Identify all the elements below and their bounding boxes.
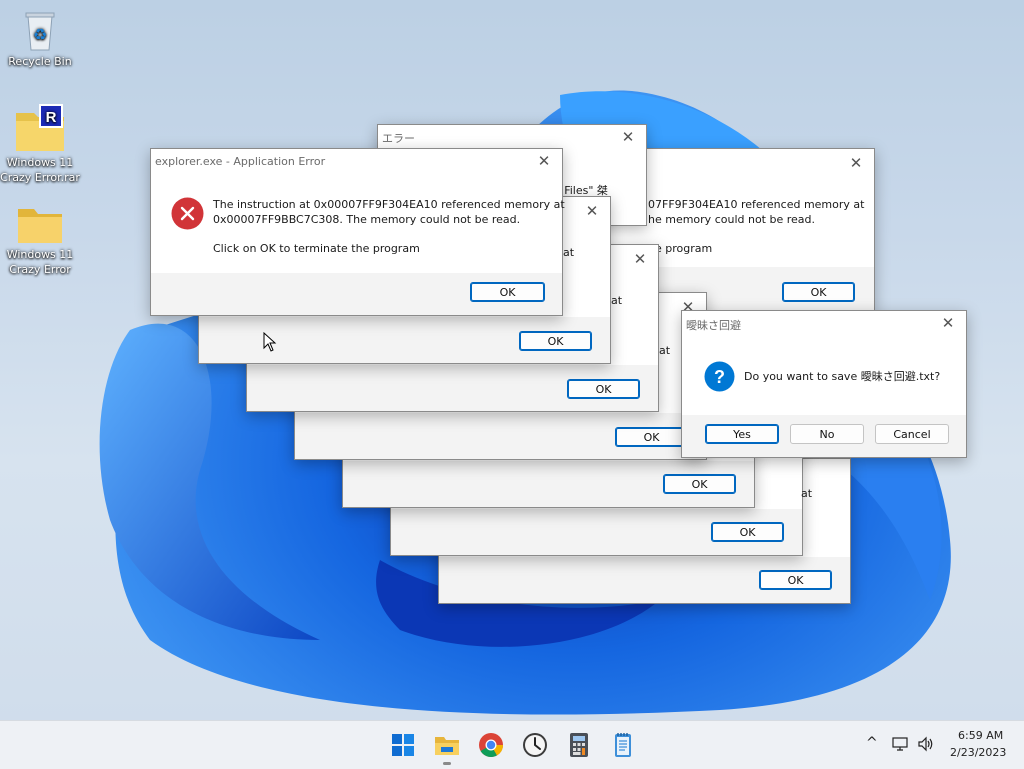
dialog-text-fragment: at <box>563 246 575 259</box>
explorer-application-error-dialog: explorer.exe - Application Error ✕ The i… <box>150 148 565 316</box>
dialog-message-line-2: 0x00007FF9BBC7C308. The memory could not… <box>213 213 521 226</box>
ok-button[interactable]: OK <box>615 427 688 447</box>
ok-button[interactable]: OK <box>782 282 855 302</box>
notepad-icon[interactable] <box>609 731 637 759</box>
cancel-button[interactable]: Cancel <box>875 424 949 444</box>
dialog-message-line-3: Click on OK to terminate the program <box>213 242 420 255</box>
close-icon[interactable]: ✕ <box>618 127 638 147</box>
active-app-indicator <box>443 762 451 765</box>
clock-time[interactable]: 6:59 AM <box>958 729 1003 742</box>
ok-button[interactable]: OK <box>567 379 640 399</box>
close-icon[interactable]: ✕ <box>630 249 650 269</box>
show-hidden-icons-chevron[interactable]: ^ <box>866 735 878 751</box>
desktop-icon-label: Windows 11 <box>6 248 74 261</box>
dialog-message: Do you want to save 曖昧さ回避.txt? <box>744 370 941 383</box>
folder-icon <box>18 209 62 243</box>
no-button[interactable]: No <box>790 424 864 444</box>
desktop-icon-crazy-error-rar[interactable]: R Windows 11 Crazy Error.rar <box>0 103 80 185</box>
recycle-bin-icon: ♻ <box>25 12 55 51</box>
svg-text:?: ? <box>714 367 725 387</box>
desktop-icon-crazy-error-folder[interactable]: Windows 11 Crazy Error <box>0 205 80 277</box>
dialog-text-fragment: at <box>801 487 813 500</box>
dialog-message-line-2: he memory could not be read. <box>648 213 816 226</box>
close-icon[interactable]: ✕ <box>846 153 866 173</box>
close-icon[interactable]: ✕ <box>534 151 554 171</box>
desktop-icon-label: Crazy Error.rar <box>0 171 80 184</box>
dialog-message-line-1: The instruction at 0x00007FF9F304EA10 re… <box>213 198 565 211</box>
network-icon[interactable] <box>892 736 910 752</box>
desktop-icon-label: Crazy Error <box>9 263 71 276</box>
dialog-title: 曖昧さ回避 <box>686 319 741 332</box>
dialog-text-fragment: at <box>659 344 671 357</box>
svg-text:R: R <box>46 109 57 126</box>
mouse-cursor-icon <box>263 332 277 352</box>
error-icon <box>171 197 204 230</box>
close-icon[interactable]: ✕ <box>938 313 958 333</box>
desktop-icon-recycle-bin[interactable]: ♻ Recycle Bin <box>0 8 80 69</box>
start-icon[interactable] <box>389 731 417 759</box>
rar-archive-icon: R <box>16 104 64 151</box>
close-icon[interactable]: ✕ <box>582 201 602 221</box>
yes-button[interactable]: Yes <box>705 424 779 444</box>
dialog-title: explorer.exe - Application Error <box>155 155 326 168</box>
desktop-icon-label: Windows 11 <box>6 156 74 169</box>
clock-date[interactable]: 2/23/2023 <box>950 746 1006 759</box>
calculator-icon[interactable] <box>565 731 593 759</box>
svg-text:♻: ♻ <box>33 25 47 44</box>
clock-app-icon[interactable] <box>521 731 549 759</box>
dialog-text-fragment: at <box>611 294 623 307</box>
desktop-icon-label: Recycle Bin <box>8 55 72 68</box>
dialog-title: エラー <box>382 132 415 145</box>
ok-button[interactable]: OK <box>711 522 784 542</box>
save-prompt-dialog: 曖昧さ回避 ✕ ? Do you want to save 曖昧さ回避.txt?… <box>681 310 967 458</box>
volume-icon[interactable] <box>917 736 935 752</box>
dialog-message-line-1: 07FF9F304EA10 referenced memory at <box>648 198 865 211</box>
question-icon: ? <box>704 361 735 392</box>
taskbar: ^ 6:59 AM 2/23/2023 <box>0 720 1024 769</box>
ok-button[interactable]: OK <box>519 331 592 351</box>
ok-button[interactable]: OK <box>663 474 736 494</box>
ok-button[interactable]: OK <box>470 282 545 302</box>
chrome-icon[interactable] <box>477 731 505 759</box>
ok-button[interactable]: OK <box>759 570 832 590</box>
file-explorer-icon[interactable] <box>433 731 461 759</box>
